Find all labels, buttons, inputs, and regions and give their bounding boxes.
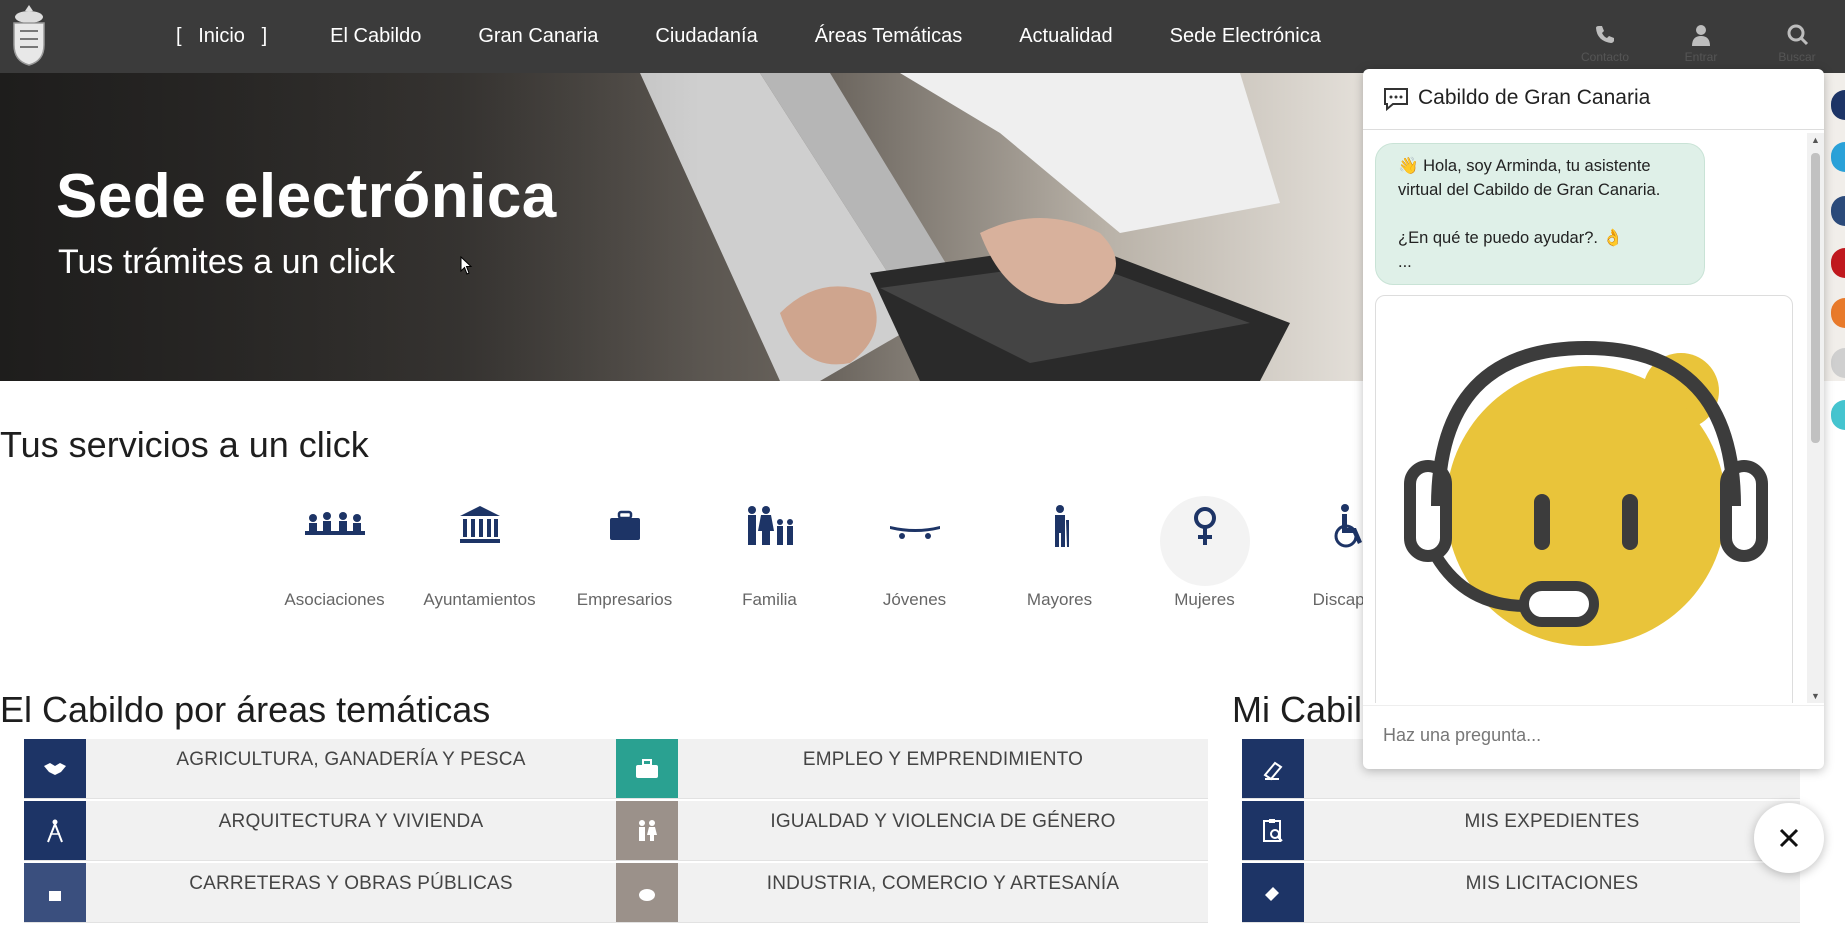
cabildo-logo[interactable] bbox=[8, 3, 50, 69]
service-label: Ayuntamientos bbox=[423, 590, 536, 609]
contact-button[interactable]: Contacto bbox=[1557, 0, 1653, 73]
headset-smiley-icon bbox=[1404, 340, 1768, 646]
chat-messages: 👋 Hola, soy Arminda, tu asistente virtua… bbox=[1363, 133, 1807, 703]
service-asociaciones[interactable]: Asociaciones bbox=[262, 494, 407, 610]
clipboard-search-icon bbox=[1242, 801, 1304, 860]
chat-bubble-icon bbox=[1384, 88, 1408, 111]
nav-item-inicio[interactable]: [ Inicio ] bbox=[170, 25, 273, 48]
areas-grid: AGRICULTURA, GANADERÍA Y PESCA EMPLEO Y … bbox=[24, 739, 1208, 923]
area-industria[interactable]: INDUSTRIA, COMERCIO Y ARTESANÍA bbox=[616, 863, 1208, 923]
building-columns-icon bbox=[459, 506, 500, 543]
hero-subtitle: Tus trámites a un click bbox=[58, 243, 395, 281]
people-icon bbox=[616, 801, 678, 860]
service-label: Asociaciones bbox=[284, 590, 385, 609]
service-label: Mayores bbox=[1026, 590, 1093, 609]
service-mayores[interactable]: Mayores bbox=[987, 494, 1132, 610]
family-icon bbox=[747, 506, 793, 545]
area-empleo[interactable]: EMPLEO Y EMPRENDIMIENTO bbox=[616, 739, 1208, 799]
briefcase-icon bbox=[616, 739, 678, 798]
service-ayuntamientos[interactable]: Ayuntamientos bbox=[407, 494, 552, 610]
search-label: Buscar bbox=[1778, 50, 1816, 64]
message-greeting: 👋 Hola, soy Arminda, tu asistente virtua… bbox=[1398, 157, 1661, 199]
chat-header: Cabildo de Gran Canaria bbox=[1363, 69, 1824, 130]
nav-item-sede-electronica[interactable]: Sede Electrónica bbox=[1170, 25, 1321, 48]
nav-item-gran-canaria[interactable]: Gran Canaria bbox=[478, 25, 598, 48]
nav-item-areas-tematicas[interactable]: Áreas Temáticas bbox=[815, 25, 962, 48]
area-igualdad[interactable]: IGUALDAD Y VIOLENCIA DE GÉNERO bbox=[616, 801, 1208, 861]
female-symbol-icon bbox=[1193, 507, 1216, 545]
chat-scrollbar[interactable]: ▲ ▼ bbox=[1807, 133, 1824, 703]
chat-input-area bbox=[1363, 705, 1824, 769]
user-icon bbox=[1692, 25, 1710, 46]
services-title: Tus servicios a un click bbox=[0, 424, 369, 465]
chat-question-input[interactable] bbox=[1381, 724, 1805, 747]
area-arquitectura[interactable]: ARQUITECTURA Y VIVIENDA bbox=[24, 801, 616, 861]
nav-item-ciudadania[interactable]: Ciudadanía bbox=[655, 25, 757, 48]
service-mujeres[interactable]: Mujeres bbox=[1132, 494, 1277, 610]
briefcase-icon bbox=[609, 510, 640, 540]
scroll-thumb[interactable] bbox=[1811, 153, 1820, 443]
contact-label: Contacto bbox=[1580, 50, 1630, 64]
service-empresarios[interactable]: Empresarios bbox=[552, 494, 697, 610]
login-label: Entrar bbox=[1684, 50, 1718, 64]
skateboard-icon bbox=[889, 526, 940, 539]
service-label: Mujeres bbox=[1174, 590, 1235, 609]
area-label: AGRICULTURA, GANADERÍA Y PESCA bbox=[176, 749, 526, 770]
search-button[interactable]: Buscar bbox=[1749, 0, 1845, 73]
area-label: ARQUITECTURA Y VIVIENDA bbox=[218, 811, 484, 832]
chatbot-window: Cabildo de Gran Canaria 👋 Hola, soy Armi… bbox=[1363, 69, 1824, 769]
road-icon bbox=[24, 863, 86, 922]
header-tools: Contacto Entrar Buscar bbox=[1557, 0, 1845, 73]
area-label: INDUSTRIA, COMERCIO Y ARTESANÍA bbox=[766, 873, 1120, 894]
close-icon bbox=[1779, 828, 1799, 848]
hero-title: Sede electrónica bbox=[56, 162, 557, 231]
service-label: Empresarios bbox=[576, 590, 673, 609]
service-jovenes[interactable]: Jóvenes bbox=[842, 494, 987, 610]
area-agricultura[interactable]: AGRICULTURA, GANADERÍA Y PESCA bbox=[24, 739, 616, 799]
chat-title: Cabildo de Gran Canaria bbox=[1418, 86, 1651, 109]
area-label: EMPLEO Y EMPRENDIMIENTO bbox=[802, 749, 1084, 770]
gavel-icon bbox=[1242, 863, 1304, 922]
pottery-icon bbox=[616, 863, 678, 922]
social-tab-extra[interactable] bbox=[1831, 400, 1845, 430]
mi-cabildo-title: Mi Cabil bbox=[1232, 689, 1363, 730]
people-meeting-icon bbox=[304, 512, 365, 535]
mouse-cursor-icon bbox=[460, 256, 473, 275]
stamp-icon bbox=[1242, 739, 1304, 798]
handshake-icon bbox=[24, 739, 86, 798]
nav-item-el-cabildo[interactable]: El Cabildo bbox=[330, 25, 421, 48]
service-familia[interactable]: Familia bbox=[697, 494, 842, 610]
mi-licitaciones[interactable]: MIS LICITACIONES bbox=[1242, 863, 1800, 923]
bot-avatar-card bbox=[1375, 295, 1793, 703]
login-button[interactable]: Entrar bbox=[1653, 0, 1749, 73]
compass-icon bbox=[24, 801, 86, 860]
main-menu: [ Inicio ] El Cabildo Gran Canaria Ciuda… bbox=[170, 0, 1378, 73]
area-carreteras[interactable]: CARRETERAS Y OBRAS PÚBLICAS bbox=[24, 863, 616, 923]
top-navigation-bar: [ Inicio ] El Cabildo Gran Canaria Ciuda… bbox=[0, 0, 1845, 73]
phone-icon bbox=[1596, 26, 1614, 43]
nav-item-actualidad[interactable]: Actualidad bbox=[1019, 25, 1112, 48]
search-icon bbox=[1787, 24, 1809, 46]
service-label: Familia bbox=[742, 590, 797, 609]
elderly-icon bbox=[1054, 505, 1069, 547]
service-label: Jóvenes bbox=[882, 590, 947, 609]
bot-message: 👋 Hola, soy Arminda, tu asistente virtua… bbox=[1375, 143, 1705, 285]
mi-cabildo-label: MIS LICITACIONES bbox=[1465, 873, 1639, 894]
services-list: Asociaciones Ayuntamientos Empresarios F… bbox=[262, 494, 1422, 610]
area-label: IGUALDAD Y VIOLENCIA DE GÉNERO bbox=[770, 811, 1116, 832]
scroll-down-icon[interactable]: ▼ bbox=[1811, 691, 1820, 701]
message-ellipsis: ... bbox=[1398, 253, 1412, 271]
mi-cabildo-label: MIS EXPEDIENTES bbox=[1464, 811, 1640, 832]
chat-close-button[interactable] bbox=[1754, 803, 1824, 873]
areas-title: El Cabildo por áreas temáticas bbox=[0, 689, 491, 730]
area-label: CARRETERAS Y OBRAS PÚBLICAS bbox=[189, 873, 513, 894]
message-question: ¿En qué te puedo ayudar?. 👌 bbox=[1398, 229, 1624, 247]
scroll-up-icon[interactable]: ▲ bbox=[1811, 135, 1820, 145]
mi-expedientes[interactable]: MIS EXPEDIENTES bbox=[1242, 801, 1800, 861]
